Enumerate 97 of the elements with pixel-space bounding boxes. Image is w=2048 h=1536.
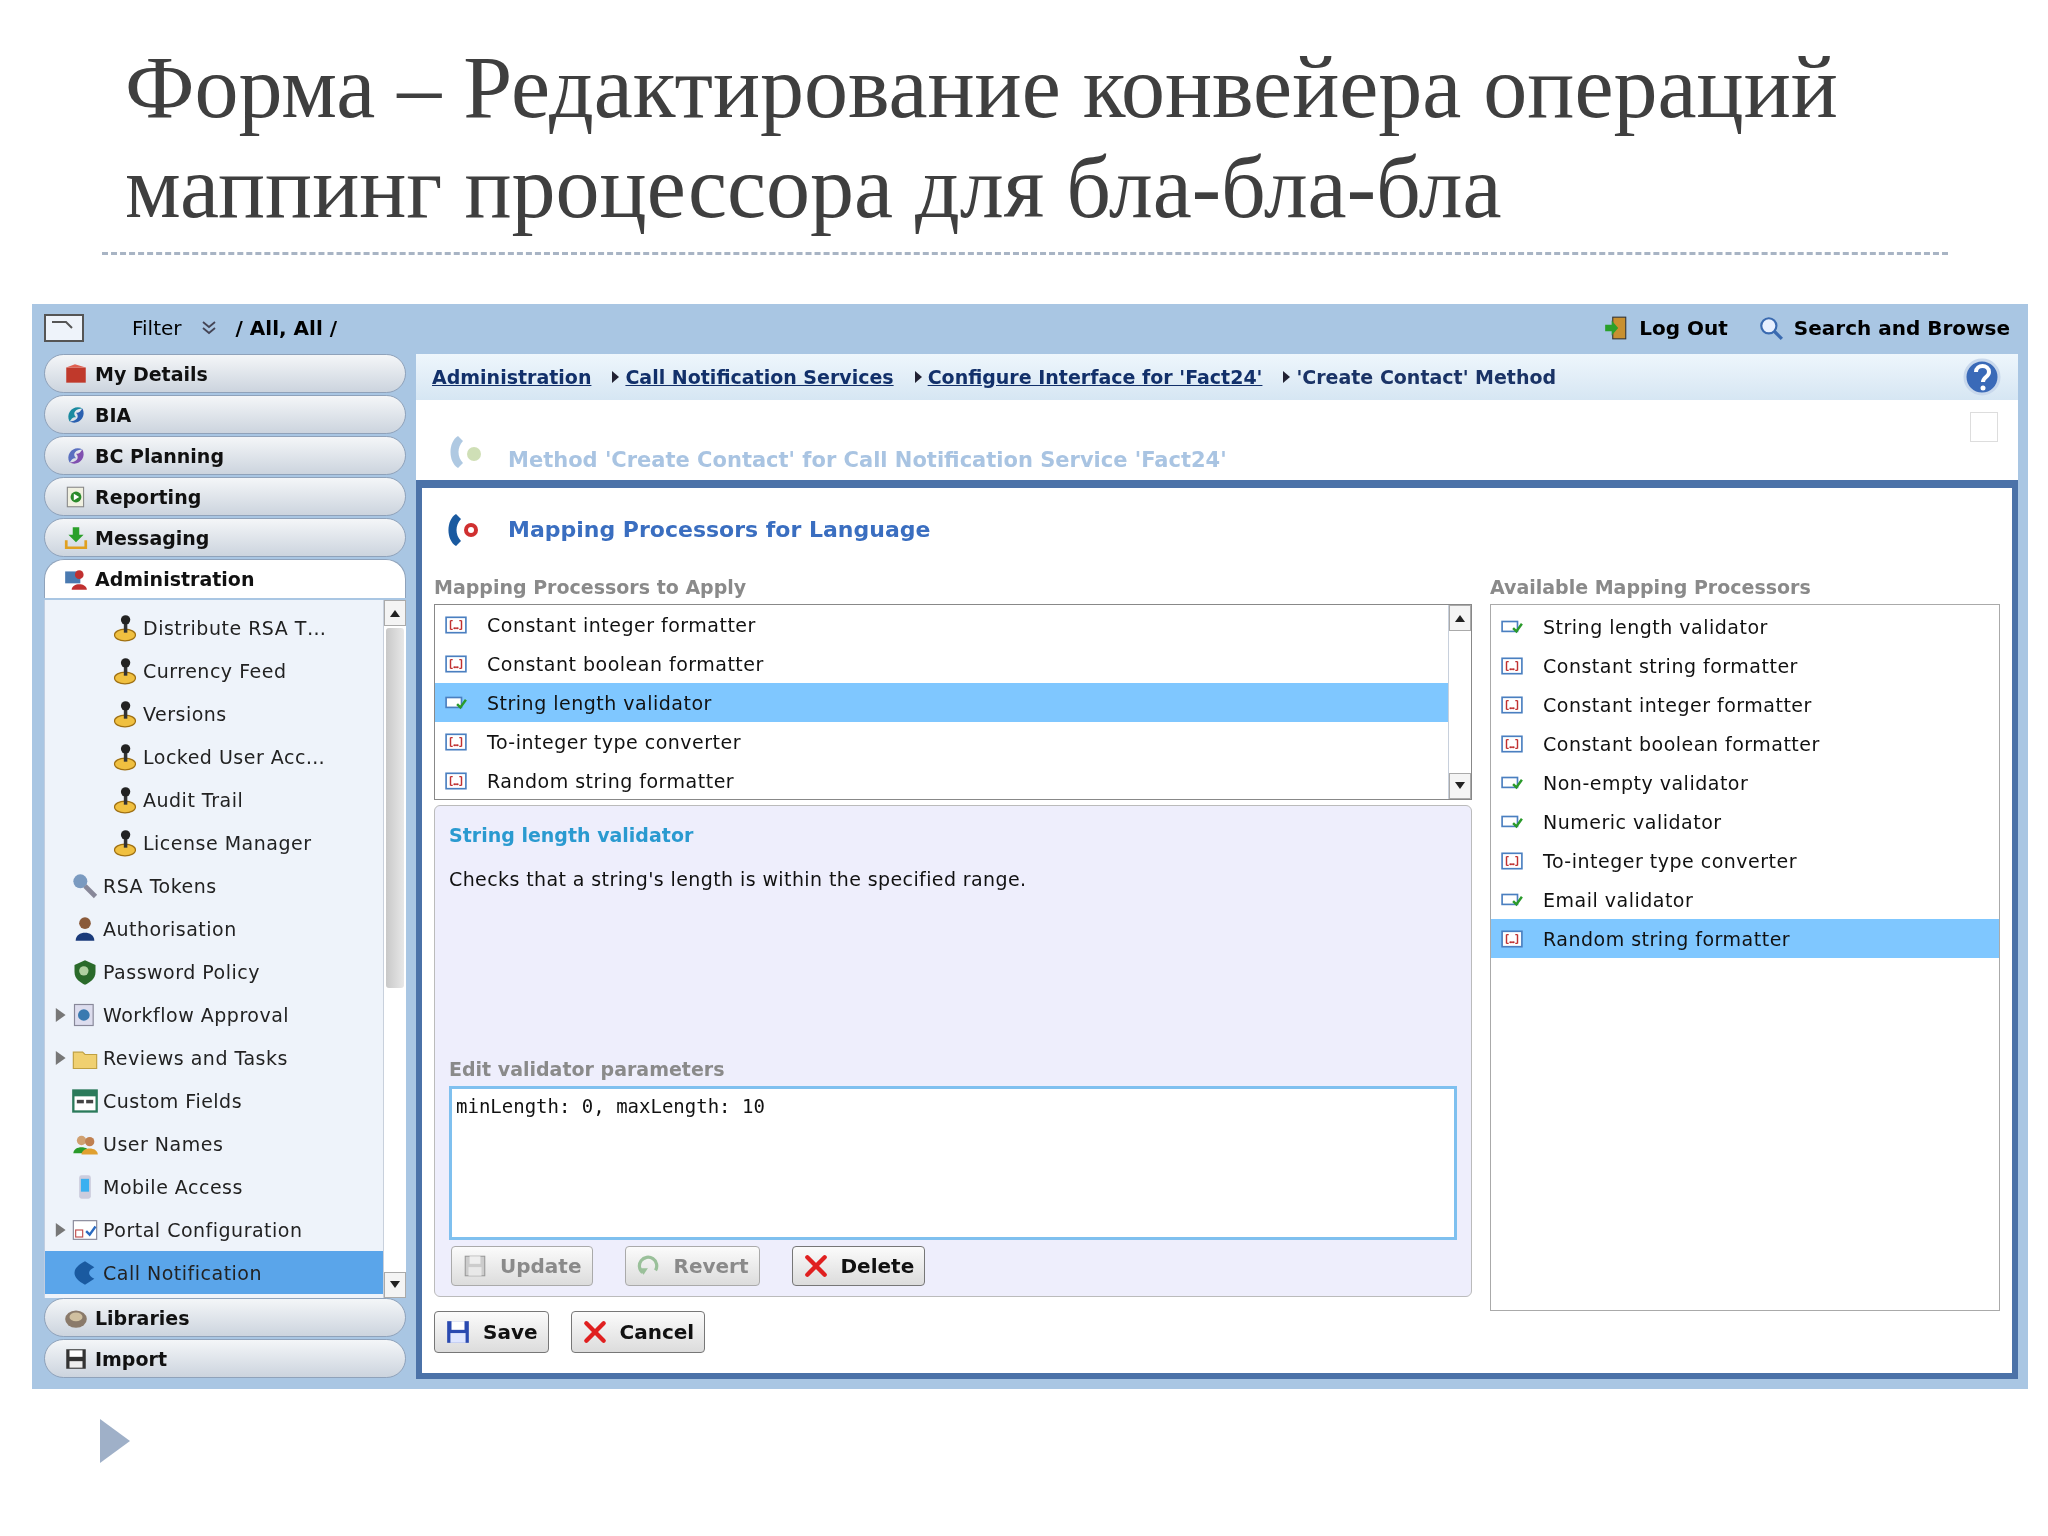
slide-title: Форма – Редактирование конвейера операций bbox=[125, 38, 1839, 138]
floppy-icon bbox=[445, 1319, 471, 1345]
bracket-icon bbox=[1501, 929, 1523, 948]
bracket-icon bbox=[445, 771, 467, 790]
bracket-icon bbox=[1501, 695, 1523, 714]
tree-item[interactable]: Password Policy bbox=[45, 950, 383, 993]
breadcrumb-arrow-icon bbox=[1282, 371, 1291, 383]
tree-item[interactable]: Reviews and Tasks bbox=[45, 1036, 383, 1079]
tree-item[interactable]: Authorisation bbox=[45, 907, 383, 950]
processor-item[interactable]: Non-empty validator bbox=[1491, 763, 1999, 802]
field-label: Edit validator parameters bbox=[449, 1057, 726, 1082]
item-icon bbox=[111, 785, 139, 814]
nav-section[interactable]: BIA bbox=[44, 395, 406, 434]
item-icon bbox=[111, 656, 139, 685]
expand-arrow-icon bbox=[53, 1222, 67, 1237]
action-button[interactable]: Delete bbox=[791, 1246, 926, 1286]
processor-item[interactable]: String length validator bbox=[1491, 607, 1999, 646]
down-arrow-icon[interactable] bbox=[389, 1280, 401, 1290]
tree-item[interactable]: Workflow Approval bbox=[45, 993, 383, 1036]
processor-item[interactable]: Random string formatter bbox=[1491, 919, 1999, 958]
tree-item[interactable]: Mobile Access bbox=[45, 1165, 383, 1208]
search-icon bbox=[1757, 315, 1784, 341]
tree-item[interactable]: Portal Configuration bbox=[45, 1208, 383, 1251]
details-description: Checks that a string's length is within the specified range. bbox=[449, 868, 1028, 890]
item-icon bbox=[71, 871, 99, 900]
processor-item[interactable]: Random string formatter bbox=[435, 761, 1448, 800]
tree-item[interactable]: Locked User Acc… bbox=[45, 735, 383, 778]
tree-item[interactable]: Currency Feed bbox=[45, 649, 383, 692]
bracket-icon bbox=[1501, 851, 1523, 870]
processor-item[interactable]: Numeric validator bbox=[1491, 802, 1999, 841]
processor-item[interactable]: Constant boolean formatter bbox=[1491, 724, 1999, 763]
scrollbar[interactable] bbox=[1448, 605, 1471, 799]
details-title: String length validator bbox=[449, 824, 695, 846]
breadcrumb-link[interactable]: Call Notification Services bbox=[625, 366, 894, 388]
toolbar-action[interactable]: Log Out bbox=[1597, 315, 1734, 341]
nav-section[interactable]: Reporting bbox=[44, 477, 406, 516]
processor-item[interactable]: To-integer type converter bbox=[1491, 841, 1999, 880]
floppy-icon bbox=[462, 1253, 488, 1279]
processor-item[interactable]: String length validator bbox=[435, 683, 1448, 722]
nav-section[interactable]: Libraries bbox=[44, 1298, 406, 1337]
close-icon bbox=[581, 1319, 608, 1345]
item-icon bbox=[111, 613, 139, 642]
method-title: Method 'Create Contact' for Call Notification Service 'Fact24' bbox=[508, 448, 1227, 472]
tree-item[interactable]: Call Notification bbox=[45, 1251, 383, 1294]
panel-title: Mapping Processors for Language bbox=[508, 516, 931, 542]
expand-arrow-icon bbox=[53, 1050, 67, 1065]
bracket-icon bbox=[445, 615, 467, 634]
up-arrow-icon[interactable] bbox=[1454, 613, 1466, 623]
down-arrow-icon[interactable] bbox=[1454, 781, 1466, 791]
bracket-icon bbox=[445, 654, 467, 673]
tree-item[interactable]: Custom Fields bbox=[45, 1079, 383, 1122]
tree-item[interactable]: User Names bbox=[45, 1122, 383, 1165]
parameters-field[interactable]: minLength: 0, maxLength: 10 bbox=[449, 1086, 1457, 1240]
nav-section[interactable]: Administration bbox=[44, 559, 406, 598]
bracket-icon bbox=[1501, 656, 1523, 675]
up-arrow-icon[interactable] bbox=[389, 608, 401, 618]
close-icon bbox=[802, 1253, 829, 1279]
bracket-icon bbox=[1501, 734, 1523, 753]
nav-section[interactable]: Messaging bbox=[44, 518, 406, 557]
nav-section[interactable]: My Details bbox=[44, 354, 406, 393]
filter-label[interactable]: Filter bbox=[132, 316, 182, 340]
tree-item[interactable]: Versions bbox=[45, 692, 383, 735]
list-label: Mapping Processors to Apply bbox=[434, 575, 748, 600]
processor-item[interactable]: Constant string formatter bbox=[1491, 646, 1999, 685]
window-icon bbox=[44, 314, 84, 342]
help-icon[interactable] bbox=[1962, 357, 2002, 397]
item-icon bbox=[111, 699, 139, 728]
item-icon bbox=[111, 742, 139, 771]
tree-item[interactable]: RSA Tokens bbox=[45, 864, 383, 907]
breadcrumb-link[interactable]: Configure Interface for 'Fact24' bbox=[927, 366, 1263, 388]
processor-item[interactable]: Email validator bbox=[1491, 880, 1999, 919]
filter-value: / All, All / bbox=[235, 316, 337, 340]
list-label: Available Mapping Processors bbox=[1490, 575, 1812, 600]
tree-item[interactable]: Audit Trail bbox=[45, 778, 383, 821]
processor-item[interactable]: Constant integer formatter bbox=[1491, 685, 1999, 724]
processor-item[interactable]: Constant integer formatter bbox=[435, 605, 1448, 644]
nav-section[interactable]: Import bbox=[44, 1339, 406, 1378]
tree-item[interactable]: Distribute RSA T… bbox=[45, 606, 383, 649]
item-icon bbox=[111, 828, 139, 857]
item-icon bbox=[71, 1086, 99, 1115]
breadcrumb-arrow-icon bbox=[611, 371, 620, 383]
processor-item[interactable]: To-integer type converter bbox=[435, 722, 1448, 761]
breadcrumb-link[interactable]: Administration bbox=[432, 366, 592, 388]
processor-item[interactable]: Constant boolean formatter bbox=[435, 644, 1448, 683]
tree-item[interactable]: License Manager bbox=[45, 821, 383, 864]
nav-section[interactable]: BC Planning bbox=[44, 436, 406, 475]
section-icon bbox=[63, 524, 89, 551]
bracket-icon bbox=[445, 732, 467, 751]
scrollbar[interactable] bbox=[383, 600, 406, 1298]
bullet-triangle-icon bbox=[100, 1419, 130, 1463]
expand-arrow-icon bbox=[53, 1007, 67, 1022]
slide-title: маппинг процессора для бла-бла-бла bbox=[125, 138, 1503, 238]
form-button[interactable]: Save bbox=[434, 1311, 549, 1353]
breadcrumb-arrow-icon bbox=[913, 371, 922, 383]
breadcrumb-current: 'Create Contact' Method bbox=[1296, 366, 1557, 388]
form-button[interactable]: Cancel bbox=[570, 1311, 706, 1353]
toolbar-action[interactable]: Search and Browse bbox=[1751, 315, 2016, 341]
